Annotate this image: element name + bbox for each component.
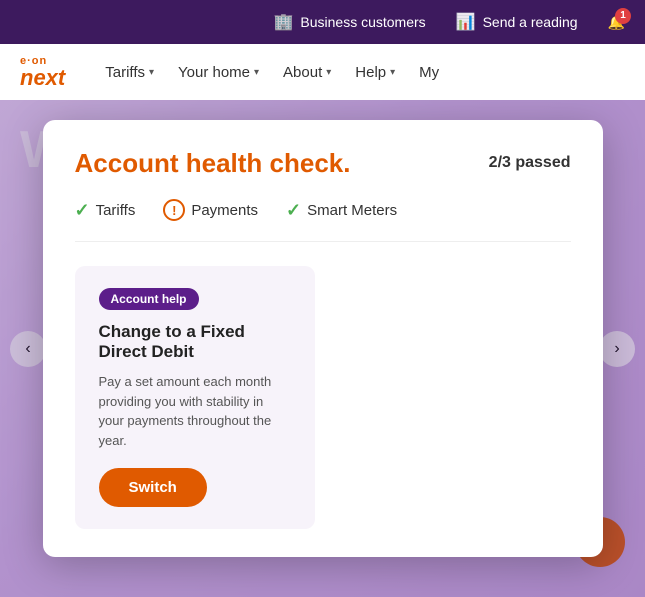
nav-item-about[interactable]: About ▾ xyxy=(273,58,341,87)
top-utility-bar: 🏢 Business customers 📊 Send a reading 🔔 … xyxy=(0,0,645,44)
account-help-badge: Account help xyxy=(99,288,199,310)
notification-bell[interactable]: 🔔 1 xyxy=(608,14,625,31)
account-health-modal: Account health check. 2/3 passed ✓ Tarif… xyxy=(43,120,603,557)
check-smart-meters-label: Smart Meters xyxy=(307,202,397,219)
check-pass-icon: ✓ xyxy=(75,200,90,221)
switch-button[interactable]: Switch xyxy=(99,468,207,507)
business-customers-label: Business customers xyxy=(300,14,425,30)
nav-tariffs-label: Tariffs xyxy=(105,64,145,81)
logo[interactable]: e·on next xyxy=(20,56,65,89)
check-items-row: ✓ Tariffs ! Payments ✓ Smart Meters xyxy=(75,199,571,242)
check-tariffs: ✓ Tariffs xyxy=(75,200,136,221)
nav-your-home-label: Your home xyxy=(178,64,250,81)
nav-item-help[interactable]: Help ▾ xyxy=(345,58,405,87)
send-reading-link[interactable]: 📊 Send a reading xyxy=(456,12,578,32)
chevron-down-icon: ▾ xyxy=(254,67,259,78)
modal-title: Account health check. xyxy=(75,148,351,179)
card-description: Pay a set amount each month providing yo… xyxy=(99,372,291,450)
nav-my-label: My xyxy=(419,64,439,81)
chevron-down-icon: ▾ xyxy=(326,67,331,78)
check-tariffs-label: Tariffs xyxy=(96,202,136,219)
logo-next: next xyxy=(20,67,65,89)
nav-item-tariffs[interactable]: Tariffs ▾ xyxy=(95,58,164,87)
modal-overlay: Account health check. 2/3 passed ✓ Tarif… xyxy=(0,100,645,597)
nav-about-label: About xyxy=(283,64,322,81)
modal-header: Account health check. 2/3 passed xyxy=(75,148,571,179)
check-smart-meters: ✓ Smart Meters xyxy=(286,200,397,221)
check-payments-label: Payments xyxy=(191,202,258,219)
check-payments: ! Payments xyxy=(163,199,258,221)
briefcase-icon: 🏢 xyxy=(273,12,293,32)
meter-icon: 📊 xyxy=(456,12,476,32)
nav-item-your-home[interactable]: Your home ▾ xyxy=(168,58,269,87)
send-reading-label: Send a reading xyxy=(483,14,578,30)
chevron-down-icon: ▾ xyxy=(390,67,395,78)
main-navigation: e·on next Tariffs ▾ Your home ▾ About ▾ … xyxy=(0,44,645,100)
business-customers-link[interactable]: 🏢 Business customers xyxy=(273,12,425,32)
page-background: W... ‹ › ! Account health check. 2/3 pas… xyxy=(0,100,645,597)
card-title: Change to a Fixed Direct Debit xyxy=(99,322,291,362)
account-help-card: Account help Change to a Fixed Direct De… xyxy=(75,266,315,529)
passed-count: 2/3 passed xyxy=(489,154,571,172)
nav-help-label: Help xyxy=(355,64,386,81)
nav-item-my[interactable]: My xyxy=(409,58,449,87)
check-pass-icon: ✓ xyxy=(286,200,301,221)
notification-badge: 1 xyxy=(615,8,631,24)
warning-icon: ! xyxy=(163,199,185,221)
chevron-down-icon: ▾ xyxy=(149,67,154,78)
nav-items: Tariffs ▾ Your home ▾ About ▾ Help ▾ My xyxy=(95,58,449,87)
